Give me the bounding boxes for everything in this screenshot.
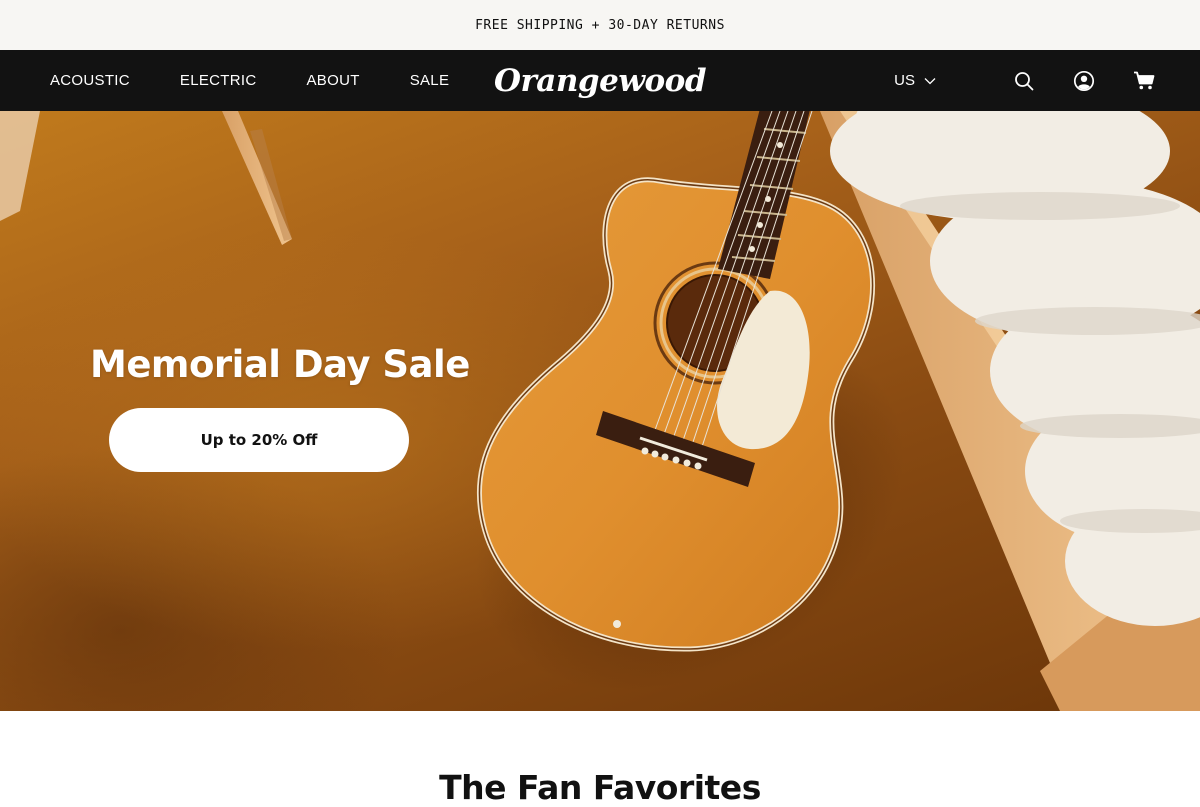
section-title: The Fan Favorites xyxy=(439,768,761,807)
nav-link-sale[interactable]: SALE xyxy=(410,72,450,89)
region-selector[interactable]: US xyxy=(894,72,936,89)
brand-logo[interactable]: Orangewood xyxy=(494,63,707,99)
account-button[interactable] xyxy=(1072,69,1096,93)
nav-links: ACOUSTIC ELECTRIC ABOUT SALE xyxy=(0,72,499,89)
hero-banner: Memorial Day Sale Up to 20% Off xyxy=(0,111,1200,711)
cart-icon xyxy=(1134,71,1155,89)
search-icon xyxy=(1015,71,1034,90)
hero-content: Memorial Day Sale Up to 20% Off xyxy=(90,343,470,472)
account-icon xyxy=(1073,70,1095,91)
nav-link-electric[interactable]: ELECTRIC xyxy=(180,72,257,89)
announcement-bar: FREE SHIPPING + 30-DAY RETURNS xyxy=(0,0,1200,50)
chevron-down-icon xyxy=(924,77,936,84)
nav-link-acoustic[interactable]: ACOUSTIC xyxy=(50,72,130,89)
cart-button[interactable] xyxy=(1132,69,1156,93)
nav-actions: US xyxy=(894,69,1200,93)
search-button[interactable] xyxy=(1012,69,1036,93)
nav-link-about[interactable]: ABOUT xyxy=(307,72,360,89)
main-nav: ACOUSTIC ELECTRIC ABOUT SALE Orangewood … xyxy=(0,50,1200,111)
announcement-text: FREE SHIPPING + 30-DAY RETURNS xyxy=(475,17,725,33)
hero-title: Memorial Day Sale xyxy=(90,343,470,386)
region-label: US xyxy=(894,72,915,89)
shop-sale-button[interactable]: Up to 20% Off xyxy=(109,408,409,472)
